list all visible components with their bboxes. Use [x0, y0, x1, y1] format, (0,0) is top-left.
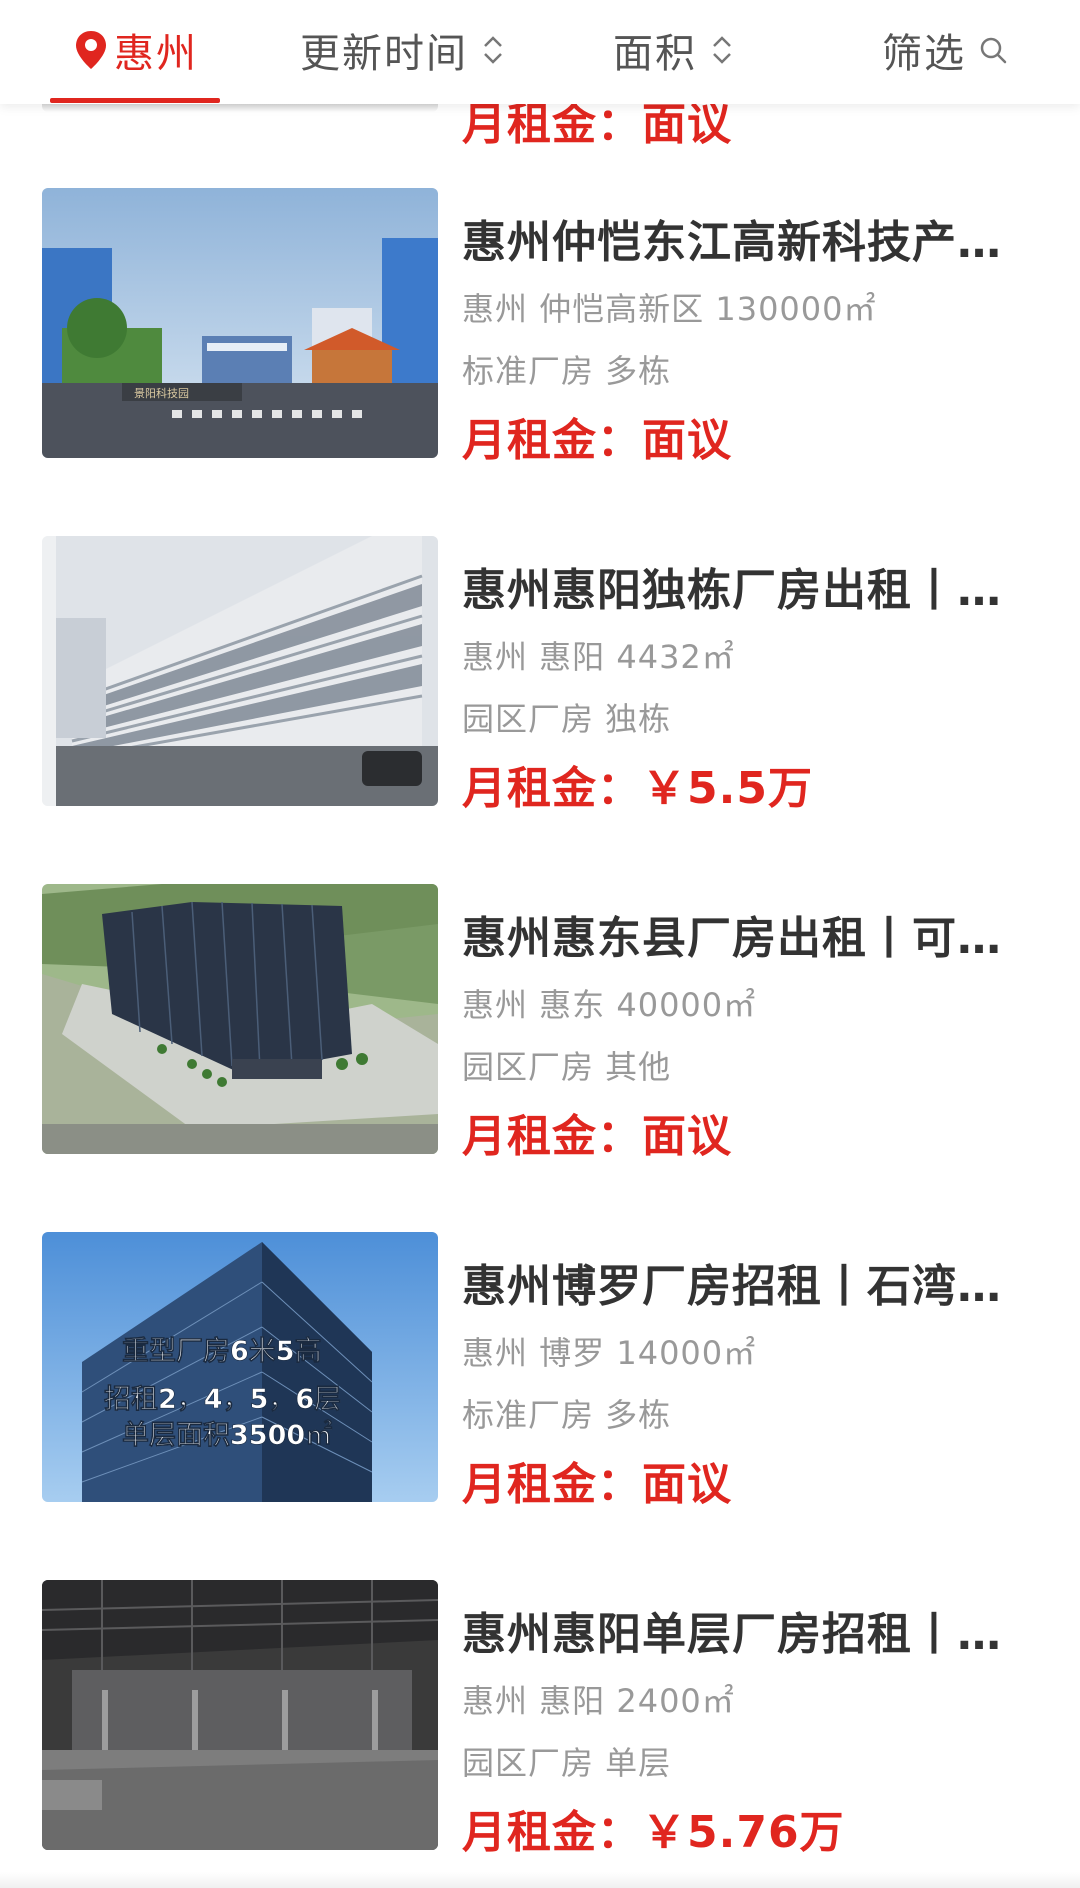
city-label: 惠州: [114, 31, 198, 77]
overlay-line-1: 重型厂房6米5高: [122, 1335, 322, 1367]
listing-item[interactable]: 景阳科技园 惠州仲恺东江高新科技产… 惠州 仲恺高新区 130000㎡ 标准厂房…: [0, 188, 1080, 478]
listing-price: 月租金：面议: [462, 1111, 732, 1162]
industrial-park-gate-image: 景阳科技园: [42, 188, 438, 458]
listing-thumbnail[interactable]: [42, 536, 438, 806]
city-selector[interactable]: 惠州: [74, 0, 198, 100]
sort-area-tab[interactable]: 面积: [613, 0, 735, 100]
listing-title[interactable]: 惠州惠阳独栋厂房出租丨4…: [462, 554, 1032, 618]
warehouse-interior-image: [42, 1580, 438, 1850]
filter-label: 筛选: [882, 31, 966, 77]
glass-building-ad-image: 重型厂房6米5高 招租2，4，5，6层 单层面积3500㎡: [42, 1232, 438, 1502]
listing-price: 月租金：￥5.76万: [462, 1807, 845, 1858]
park-sign-text: 景阳科技园: [134, 386, 189, 400]
listing-page: 惠州 更新时间 面积 筛选 月租金：面议 景阳科技园 惠州仲恺东江高新科技产… …: [0, 0, 1080, 1888]
area-label: 面积: [613, 31, 697, 77]
listing-title[interactable]: 惠州惠东县厂房出租丨可…: [462, 902, 1032, 966]
listing-title[interactable]: 惠州惠阳单层厂房招租丨…: [462, 1598, 1032, 1662]
sort-update-time-tab[interactable]: 更新时间: [300, 0, 506, 100]
listing-item[interactable]: 惠州惠东县厂房出租丨可… 惠州 惠东 40000㎡ 园区厂房 其他 月租金：面议: [0, 884, 1080, 1174]
partial-listing-thumbnail[interactable]: [42, 104, 438, 112]
filter-bar: 惠州 更新时间 面积 筛选: [0, 0, 1080, 104]
listing-location-area: 惠州 惠东 40000㎡: [462, 986, 757, 1024]
overlay-line-2: 招租2，4，5，6层: [104, 1384, 341, 1415]
update-time-label: 更新时间: [300, 31, 468, 77]
sort-updown-icon: [713, 36, 731, 64]
listing-title[interactable]: 惠州博罗厂房招租丨石湾…: [462, 1250, 1032, 1314]
listing-item[interactable]: 重型厂房6米5高 招租2，4，5，6层 单层面积3500㎡ 惠州博罗厂房招租丨石…: [0, 1232, 1080, 1522]
listing-location-area: 惠州 仲恺高新区 130000㎡: [462, 290, 877, 328]
listing-title[interactable]: 惠州仲恺东江高新科技产…: [462, 206, 1032, 270]
location-pin-icon: [76, 31, 106, 69]
overlay-line-3: 单层面积3500㎡: [122, 1419, 332, 1451]
listing-thumbnail[interactable]: 景阳科技园: [42, 188, 438, 458]
listing-location-area: 惠州 惠阳 2400㎡: [462, 1682, 735, 1720]
listing-thumbnail[interactable]: [42, 1580, 438, 1850]
listing-thumbnail[interactable]: [42, 884, 438, 1154]
listing-item[interactable]: 惠州惠阳独栋厂房出租丨4… 惠州 惠阳 4432㎡ 园区厂房 独栋 月租金：￥5…: [0, 536, 1080, 826]
listing-tags: 园区厂房 单层: [462, 1744, 672, 1782]
listing-location-area: 惠州 博罗 14000㎡: [462, 1334, 757, 1372]
sort-updown-icon: [484, 36, 502, 64]
listing-price: 月租金：面议: [462, 415, 732, 466]
listing-price: 月租金：面议: [462, 1459, 732, 1510]
listing-tags: 园区厂房 其他: [462, 1048, 672, 1086]
factory-rendering-image: [42, 884, 438, 1154]
filter-tab[interactable]: 筛选: [882, 0, 1008, 100]
listing-price: 月租金：￥5.5万: [462, 763, 813, 814]
search-icon: [980, 37, 1007, 64]
listing-location-area: 惠州 惠阳 4432㎡: [462, 638, 735, 676]
listing-tags: 标准厂房 多栋: [462, 352, 672, 390]
listing-tags: 园区厂房 独栋: [462, 700, 672, 738]
listing-tags: 标准厂房 多栋: [462, 1396, 672, 1434]
listing-thumbnail[interactable]: 重型厂房6米5高 招租2，4，5，6层 单层面积3500㎡: [42, 1232, 438, 1502]
bottom-edge: [0, 1872, 1080, 1888]
active-tab-underline: [50, 98, 220, 103]
factory-building-image: [42, 536, 438, 806]
listing-item[interactable]: 惠州惠阳单层厂房招租丨… 惠州 惠阳 2400㎡ 园区厂房 单层 月租金：￥5.…: [0, 1580, 1080, 1870]
